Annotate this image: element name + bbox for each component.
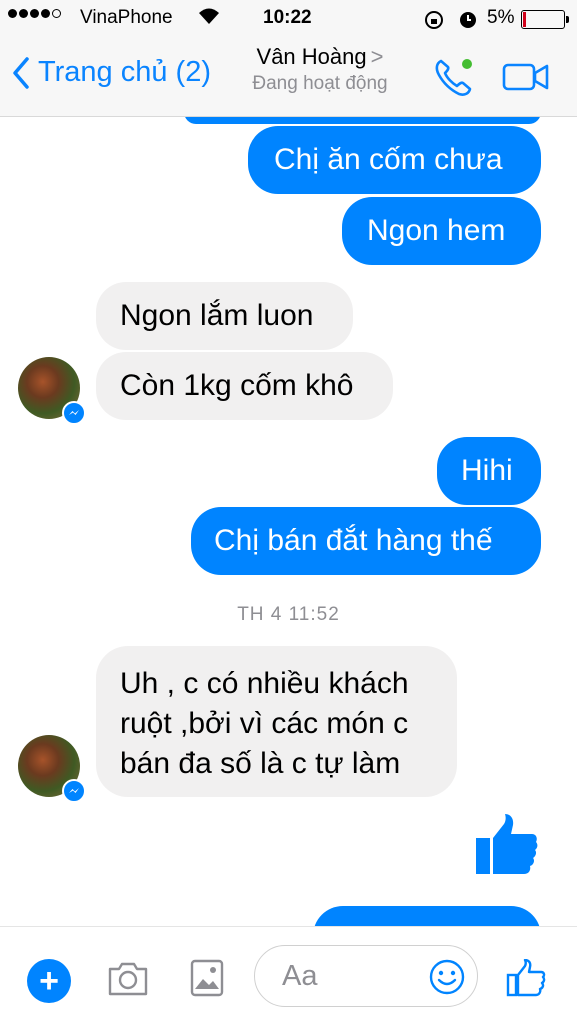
contact-avatar[interactable] (18, 357, 86, 425)
message-composer: + Aa (0, 926, 577, 1025)
chevron-right-icon: > (370, 44, 384, 69)
status-bar: VinaPhone 10:22 5% (0, 0, 577, 38)
outgoing-message[interactable]: Ngon hem (342, 197, 541, 265)
alarm-icon (460, 12, 477, 28)
messenger-badge-icon (62, 401, 86, 425)
message-input[interactable]: Aa (254, 945, 478, 1007)
outgoing-message[interactable]: Chị ăn cốm chưa (248, 126, 541, 194)
conversation-header: Trang chủ (2) Vân Hoàng > Đang hoạt động (0, 38, 577, 117)
voice-call-button[interactable] (432, 56, 476, 103)
plus-icon[interactable]: + (27, 959, 71, 1003)
wifi-icon (198, 7, 220, 31)
phone-icon (435, 59, 472, 96)
message-line: ruột ,bởi vì các món c (120, 707, 409, 740)
outgoing-message[interactable]: Chị bán đắt hàng thế (191, 507, 541, 575)
message-line: Uh , c có nhiều khách (120, 667, 409, 700)
battery-percentage: 5% (487, 7, 515, 28)
video-call-button[interactable] (502, 63, 550, 96)
video-camera-icon (502, 63, 549, 91)
camera-icon[interactable] (106, 961, 150, 1002)
like-icon[interactable] (506, 958, 546, 1002)
contact-name: Vân Hoàng (256, 44, 367, 69)
outgoing-message[interactable]: Hihi (437, 437, 541, 505)
signal-strength-icon (8, 9, 61, 18)
sent-like-sticker-icon[interactable] (474, 812, 540, 881)
smiley-icon[interactable] (429, 959, 465, 1000)
incoming-message-multiline[interactable]: Uh , c có nhiều khách ruột ,bởi vì các m… (96, 646, 457, 797)
rotation-lock-icon (425, 11, 443, 29)
back-button[interactable]: Trang chủ (2) (12, 56, 211, 89)
contact-avatar[interactable] (18, 735, 86, 803)
incoming-message[interactable]: Ngon lắm luon (96, 282, 353, 350)
image-icon[interactable] (190, 959, 224, 1002)
incoming-message[interactable]: Còn 1kg cốm khô (96, 352, 393, 420)
message-input-placeholder: Aa (282, 960, 318, 992)
battery-icon (521, 10, 569, 29)
messenger-badge-icon (62, 779, 86, 803)
carrier-name: VinaPhone (80, 7, 173, 28)
active-status: Đang hoạt động (252, 73, 388, 94)
chevron-left-icon (13, 56, 29, 89)
message-timestamp: TH 4 11:52 (237, 604, 340, 625)
clock: 10:22 (263, 7, 312, 28)
message-line: bán đa số là c tự làm (120, 747, 401, 780)
back-label: Trang chủ (2) (38, 56, 211, 88)
contact-info[interactable]: Vân Hoàng > Đang hoạt động (240, 44, 400, 95)
